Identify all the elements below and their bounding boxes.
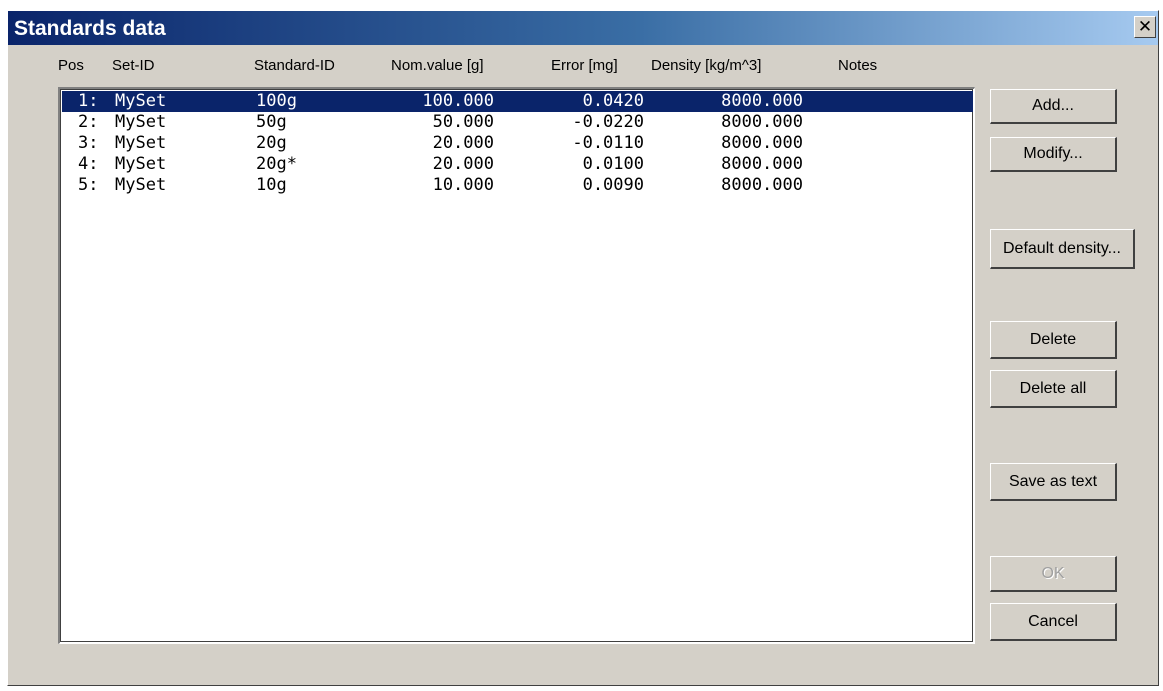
row-standard-id: 10g bbox=[256, 175, 287, 195]
row-set-id: MySet bbox=[115, 154, 167, 174]
row-error: 0.0420 bbox=[582, 91, 644, 111]
delete-button[interactable]: Delete bbox=[990, 321, 1117, 359]
row-set-id: MySet bbox=[115, 175, 167, 195]
row-nom-value: 20.000 bbox=[432, 154, 494, 174]
row-density: 8000.000 bbox=[721, 133, 803, 153]
row-standard-id: 20g bbox=[256, 133, 287, 153]
row-standard-id: 100g bbox=[256, 91, 297, 111]
table-row[interactable]: 4: MySet 20g* 20.000 0.0100 8000.000 bbox=[62, 154, 973, 175]
column-header-error: Error [mg] bbox=[551, 57, 618, 74]
table-row[interactable]: 2: MySet 50g 50.000 -0.0220 8000.000 bbox=[62, 112, 973, 133]
save-as-text-button[interactable]: Save as text bbox=[990, 463, 1117, 501]
column-header-pos: Pos bbox=[58, 57, 84, 74]
column-header-notes: Notes bbox=[838, 57, 878, 74]
row-set-id: MySet bbox=[115, 133, 167, 153]
table-row[interactable]: 1: MySet 100g 100.000 0.0420 8000.000 bbox=[62, 91, 973, 112]
modify-button[interactable]: Modify... bbox=[990, 137, 1117, 172]
table-row[interactable]: 5: MySet 10g 10.000 0.0090 8000.000 bbox=[62, 175, 973, 196]
row-pos: 3: bbox=[78, 133, 99, 153]
row-nom-value: 50.000 bbox=[432, 112, 494, 132]
close-button[interactable]: ✕ bbox=[1134, 16, 1156, 38]
row-pos: 4: bbox=[78, 154, 99, 174]
row-density: 8000.000 bbox=[721, 175, 803, 195]
row-density: 8000.000 bbox=[721, 112, 803, 132]
row-pos: 5: bbox=[78, 175, 99, 195]
row-density: 8000.000 bbox=[721, 154, 803, 174]
row-error: -0.0220 bbox=[572, 112, 644, 132]
row-pos: 1: bbox=[78, 91, 99, 111]
column-header-nom-value: Nom.value [g] bbox=[391, 57, 484, 74]
standards-data-dialog: Standards data ✕ Pos Set-ID Standard-ID … bbox=[7, 10, 1159, 686]
delete-all-button[interactable]: Delete all bbox=[990, 370, 1117, 408]
add-button[interactable]: Add... bbox=[990, 89, 1117, 124]
close-icon: ✕ bbox=[1137, 16, 1153, 37]
cancel-button[interactable]: Cancel bbox=[990, 603, 1117, 641]
row-pos: 2: bbox=[78, 112, 99, 132]
row-error: 0.0100 bbox=[582, 154, 644, 174]
column-header-density: Density [kg/m^3] bbox=[651, 57, 762, 74]
row-error: 0.0090 bbox=[582, 175, 644, 195]
row-standard-id: 20g* bbox=[256, 154, 297, 174]
row-nom-value: 100.000 bbox=[422, 91, 494, 111]
row-error: -0.0110 bbox=[572, 133, 644, 153]
row-set-id: MySet bbox=[115, 91, 167, 111]
table-row[interactable]: 3: MySet 20g 20.000 -0.0110 8000.000 bbox=[62, 133, 973, 154]
ok-button[interactable]: OK bbox=[990, 556, 1117, 592]
row-nom-value: 10.000 bbox=[432, 175, 494, 195]
default-density-button[interactable]: Default density... bbox=[990, 229, 1135, 269]
column-header-set-id: Set-ID bbox=[112, 57, 155, 74]
row-standard-id: 50g bbox=[256, 112, 287, 132]
title-bar[interactable]: Standards data ✕ bbox=[8, 11, 1158, 45]
row-nom-value: 20.000 bbox=[432, 133, 494, 153]
row-set-id: MySet bbox=[115, 112, 167, 132]
row-density: 8000.000 bbox=[721, 91, 803, 111]
standards-list[interactable]: 1: MySet 100g 100.000 0.0420 8000.000 2:… bbox=[58, 87, 975, 644]
column-header-standard-id: Standard-ID bbox=[254, 57, 335, 74]
window-title: Standards data bbox=[14, 17, 166, 40]
